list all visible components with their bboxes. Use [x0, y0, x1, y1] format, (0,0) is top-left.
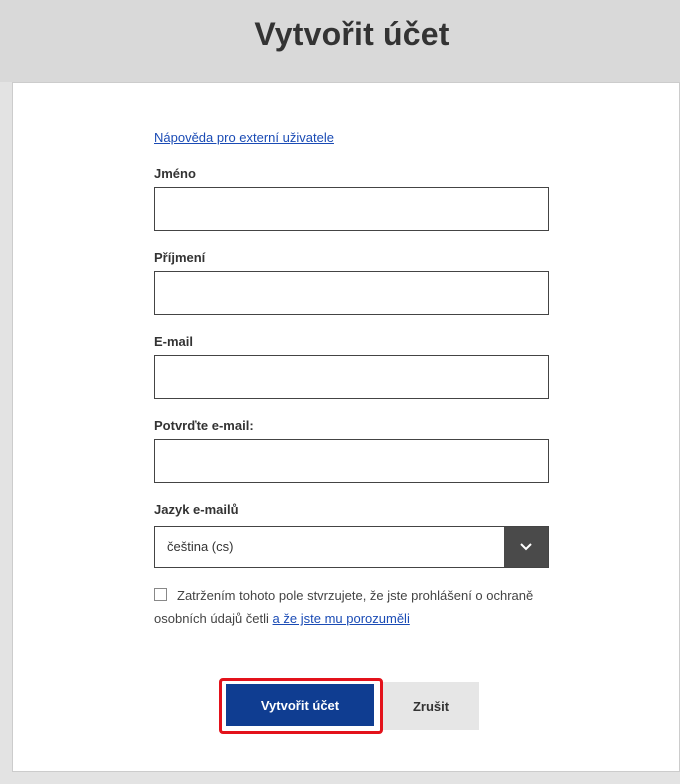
chevron-down-icon[interactable] — [504, 527, 548, 567]
bottom-shadow-edge — [0, 772, 680, 784]
last-name-field[interactable] — [154, 271, 549, 315]
confirm-email-label: Potvrďte e-mail: — [154, 418, 254, 433]
email-language-label: Jazyk e-mailů — [154, 502, 239, 517]
create-account-button[interactable]: Vytvořit účet — [226, 684, 374, 726]
left-shadow-edge — [0, 82, 12, 784]
privacy-understood-link[interactable]: a že jste mu porozuměli — [273, 611, 410, 626]
first-name-label: Jméno — [154, 166, 196, 181]
cancel-button[interactable]: Zrušit — [383, 682, 479, 730]
email-language-select[interactable]: čeština (cs) — [154, 526, 549, 568]
last-name-label: Příjmení — [154, 250, 206, 265]
privacy-consent-checkbox[interactable] — [154, 588, 167, 601]
email-field[interactable] — [154, 355, 549, 399]
first-name-field[interactable] — [154, 187, 549, 231]
create-account-page: Vytvořit účet Nápověda pro externí uživa… — [0, 0, 680, 784]
email-label: E-mail — [154, 334, 194, 349]
page-title: Vytvořit účet — [254, 16, 450, 52]
form-card — [12, 82, 680, 772]
privacy-consent: Zatržením tohoto pole stvrzujete, že jst… — [154, 584, 554, 630]
confirm-email-field[interactable] — [154, 439, 549, 483]
external-users-help-link[interactable]: Nápověda pro externí uživatele — [154, 130, 334, 145]
email-language-selected-value: čeština (cs) — [167, 539, 234, 554]
